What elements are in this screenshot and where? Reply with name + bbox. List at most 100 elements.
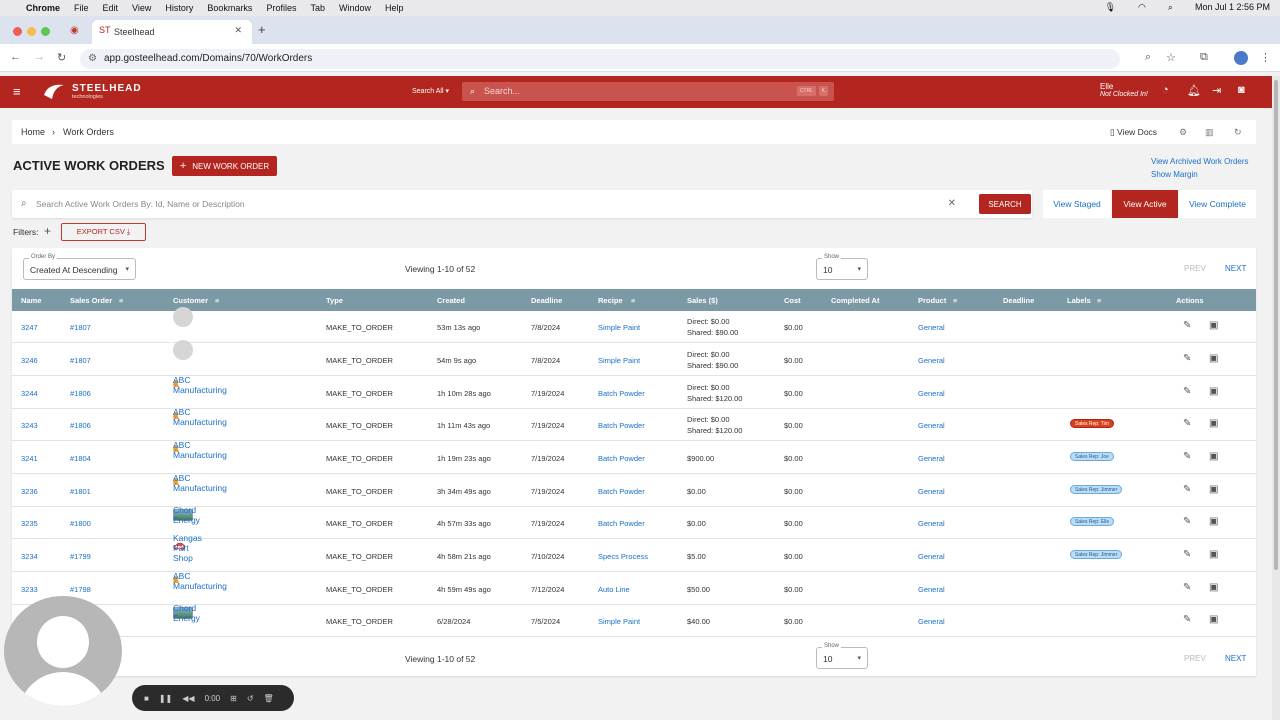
customer-link[interactable]: Kangas Part Shop <box>173 533 202 563</box>
product-link[interactable]: General <box>918 421 945 430</box>
edit-pencil-icon[interactable]: ✎ <box>1183 484 1191 495</box>
filter-icon[interactable]: ≡ <box>953 296 957 305</box>
logout-icon[interactable]: ⇥ <box>1212 84 1221 97</box>
col-recipe[interactable]: Recipe <box>598 296 623 305</box>
menu-bookmarks[interactable]: Bookmarks <box>207 3 252 13</box>
recipe-link[interactable]: Batch Powder <box>598 519 645 528</box>
label-chip[interactable]: Sales Rep: Tim <box>1070 419 1114 428</box>
col-deadline-2[interactable]: Deadline <box>1003 296 1034 305</box>
next-page-button[interactable]: NEXT <box>1225 264 1246 273</box>
extensions-icon[interactable]: ⧉ <box>1200 51 1208 64</box>
menu-history[interactable]: History <box>165 3 193 13</box>
minimize-window-button[interactable] <box>27 27 36 36</box>
archive-box-icon[interactable]: ▣ <box>1209 451 1218 462</box>
clear-search-icon[interactable]: ✕ <box>948 190 956 218</box>
edit-pencil-icon[interactable]: ✎ <box>1183 386 1191 397</box>
recipe-link[interactable]: Batch Powder <box>598 487 645 496</box>
work-order-id-link[interactable]: 3236 <box>21 487 38 496</box>
bookmark-star-icon[interactable]: ☆ <box>1166 51 1176 64</box>
product-link[interactable]: General <box>918 519 945 528</box>
brand-logo[interactable]: STEELHEAD technologies <box>42 81 142 101</box>
menu-file[interactable]: File <box>74 3 89 13</box>
product-link[interactable]: General <box>918 454 945 463</box>
col-product[interactable]: Product <box>918 296 946 305</box>
page-scrollbar-thumb[interactable] <box>1274 80 1278 570</box>
recipe-link[interactable]: Batch Powder <box>598 389 645 398</box>
view-staged-button[interactable]: View Staged <box>1043 190 1111 218</box>
hamburger-menu-icon[interactable]: ≡ <box>13 84 21 99</box>
view-archived-link[interactable]: View Archived Work Orders <box>1151 157 1249 166</box>
search-icon[interactable]: ⌕ <box>1168 2 1173 13</box>
product-link[interactable]: General <box>918 323 945 332</box>
customer-link[interactable]: ABC Manufacturing <box>173 440 227 460</box>
customer-link[interactable]: ABC Manufacturing <box>173 571 227 591</box>
view-active-button[interactable]: View Active <box>1112 190 1178 218</box>
edit-pencil-icon[interactable]: ✎ <box>1183 549 1191 560</box>
label-chip[interactable]: Sales Rep: Jimmer <box>1070 550 1123 559</box>
customer-link[interactable]: ABC Manufacturing <box>173 473 227 493</box>
back-icon[interactable]: ← <box>10 51 21 63</box>
archive-box-icon[interactable]: ▣ <box>1209 549 1218 560</box>
maximize-window-button[interactable] <box>41 27 50 36</box>
wifi-icon[interactable]: ◠ <box>1138 2 1146 13</box>
col-deadline[interactable]: Deadline <box>531 296 562 305</box>
mic-icon[interactable]: 🎙 <box>1105 2 1116 13</box>
recipe-link[interactable]: Simple Paint <box>598 323 640 332</box>
work-order-id-link[interactable]: 3241 <box>21 454 38 463</box>
customer-link[interactable]: Chord Energy <box>173 603 200 623</box>
url-field[interactable]: ⚙ app.gosteelhead.com/Domains/70/WorkOrd… <box>80 49 1120 69</box>
rewind-icon[interactable]: ◀◀ <box>182 694 194 703</box>
grid-icon[interactable]: ⊞ <box>230 694 237 703</box>
menu-tab[interactable]: Tab <box>310 3 325 13</box>
col-created[interactable]: Created <box>437 296 465 305</box>
browser-tab[interactable]: ST Steelhead ✕ <box>92 20 252 44</box>
work-order-search-input[interactable]: ⌕ Search Active Work Orders By: Id, Name… <box>12 190 1032 218</box>
prev-page-button-bottom[interactable]: PREV <box>1184 654 1206 663</box>
site-info-icon[interactable]: ⚙ <box>88 49 97 69</box>
product-link[interactable]: General <box>918 617 945 626</box>
view-complete-button[interactable]: View Complete <box>1179 190 1256 218</box>
profile-avatar[interactable] <box>1234 51 1248 65</box>
sales-order-link[interactable]: #1804 <box>70 454 91 463</box>
close-tab-icon[interactable]: ✕ <box>234 25 242 36</box>
trash-icon[interactable]: 🗑︎ <box>264 694 274 703</box>
forward-icon[interactable]: → <box>34 51 45 63</box>
work-order-id-link[interactable]: 3246 <box>21 356 38 365</box>
sales-order-link[interactable]: #1806 <box>70 421 91 430</box>
col-labels[interactable]: Labels <box>1067 296 1091 305</box>
webcam-bubble[interactable] <box>4 596 122 706</box>
sales-order-link[interactable]: #1807 <box>70 323 91 332</box>
pause-icon[interactable]: ❚❚ <box>159 694 172 703</box>
col-cost[interactable]: Cost <box>784 296 801 305</box>
sales-order-link[interactable]: #1806 <box>70 389 91 398</box>
recipe-link[interactable]: Specs Process <box>598 552 648 561</box>
archive-box-icon[interactable]: ▣ <box>1209 614 1218 625</box>
edit-pencil-icon[interactable]: ✎ <box>1183 582 1191 593</box>
sales-order-link[interactable]: #1800 <box>70 519 91 528</box>
add-filter-icon[interactable]: + <box>44 224 51 238</box>
work-order-id-link[interactable]: 3234 <box>21 552 38 561</box>
breadcrumb-home[interactable]: Home <box>21 120 45 144</box>
recipe-link[interactable]: Auto Line <box>598 585 630 594</box>
menu-clock[interactable]: Mon Jul 1 2:56 PM <box>1195 2 1270 13</box>
menu-profiles[interactable]: Profiles <box>266 3 296 13</box>
sales-order-link[interactable]: #1807 <box>70 356 91 365</box>
archive-box-icon[interactable]: ▣ <box>1209 484 1218 495</box>
zoom-icon[interactable]: ⌕ <box>1145 51 1151 64</box>
sales-order-link[interactable]: #1798 <box>70 585 91 594</box>
new-work-order-button[interactable]: + NEW WORK ORDER <box>172 156 277 176</box>
next-page-button-bottom[interactable]: NEXT <box>1225 654 1246 663</box>
edit-pencil-icon[interactable]: ✎ <box>1183 516 1191 527</box>
filter-icon[interactable]: ≡ <box>119 296 123 305</box>
page-size-select[interactable]: Show 10 ▾ <box>816 252 868 280</box>
customer-link[interactable]: ABC Manufacturing <box>173 407 227 427</box>
recipe-link[interactable]: Batch Powder <box>598 421 645 430</box>
camera-icon[interactable]: ◙ <box>1238 84 1245 96</box>
browser-menu-icon[interactable]: ⋮ <box>1260 51 1271 64</box>
customer-link[interactable]: Chord Energy <box>173 505 200 525</box>
menu-app-name[interactable]: Chrome <box>26 3 60 13</box>
recipe-link[interactable]: Simple Paint <box>598 617 640 626</box>
col-completed-at[interactable]: Completed At <box>831 296 879 305</box>
work-order-id-link[interactable]: 3233 <box>21 585 38 594</box>
filter-icon[interactable]: ≡ <box>215 296 219 305</box>
